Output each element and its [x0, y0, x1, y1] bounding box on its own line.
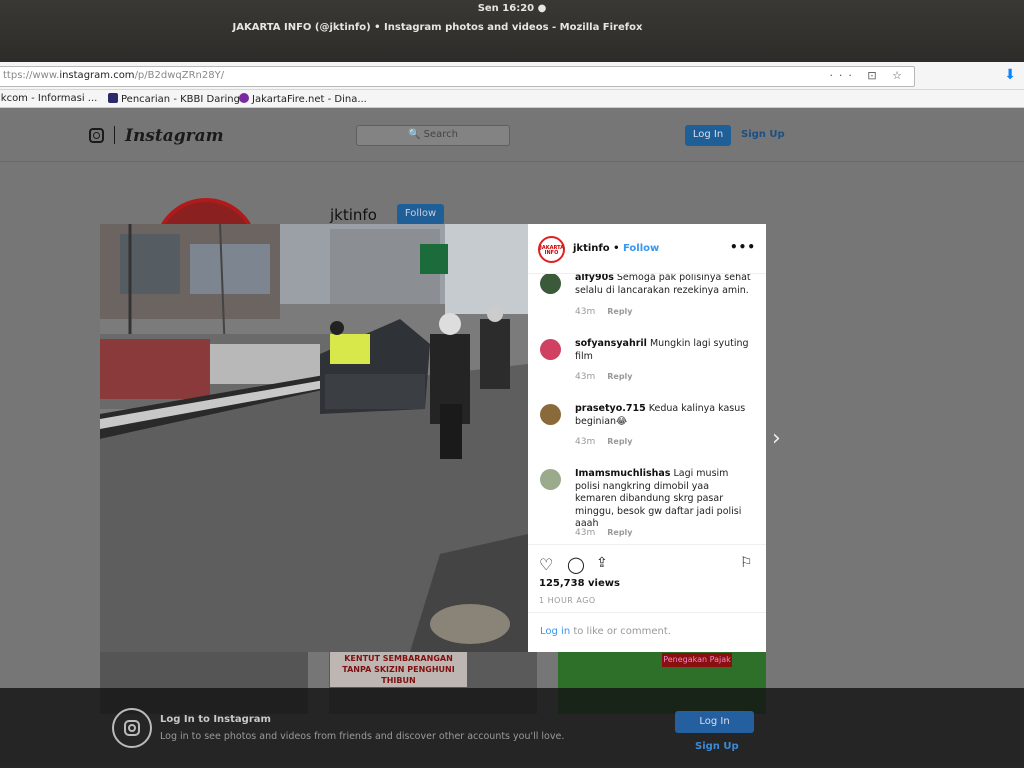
commenter-name[interactable]: prasetyo.715 — [575, 403, 646, 414]
login-to-comment: Log in to like or comment. — [528, 612, 766, 652]
commenter-name[interactable]: Imamsmuchlishas — [575, 468, 670, 479]
search-input[interactable]: 🔍 Search — [356, 125, 510, 146]
street-scene-image — [100, 224, 528, 652]
reply-button[interactable]: Reply — [607, 372, 632, 381]
reply-button[interactable]: Reply — [607, 307, 632, 316]
reply-button[interactable]: Reply — [607, 437, 632, 446]
profile-follow-button[interactable]: Follow — [397, 204, 444, 225]
comment-icon[interactable]: ◯ — [567, 555, 585, 574]
next-post-arrow-icon[interactable]: › — [772, 426, 781, 451]
instagram-logo[interactable]: Instagram — [89, 126, 224, 146]
banner-login-button[interactable]: Log In — [675, 711, 754, 733]
view-count: 125,738 views — [539, 578, 620, 589]
grid-pill-text: Penegakan Pajak — [662, 653, 732, 667]
post-author-avatar[interactable]: JAKARTA INFO — [538, 236, 565, 263]
commenter-avatar[interactable] — [540, 339, 561, 360]
post-video[interactable] — [100, 224, 528, 652]
commenter-avatar[interactable] — [540, 404, 561, 425]
post-follow-link[interactable]: Follow — [623, 243, 659, 254]
url-text[interactable]: ttps://www.instagram.com/p/B2dwqZRn28Y/ — [3, 70, 224, 81]
login-banner: Log In to Instagram Log in to see photos… — [0, 688, 1024, 768]
post-author-username[interactable]: jktinfo — [573, 243, 610, 254]
signup-link[interactable]: Sign Up — [741, 129, 785, 140]
bookmarks-toolbar: ikcom - Informasi ... Pencarian - KBBI D… — [0, 90, 1024, 108]
os-top-bar: Sen 16:20 ● JAKARTA INFO (@jktinfo) • In… — [0, 0, 1024, 62]
banner-signup-link[interactable]: Sign Up — [695, 741, 739, 752]
window-title: JAKARTA INFO (@jktinfo) • Instagram phot… — [232, 22, 643, 33]
instagram-header: Instagram 🔍 Search Log In Sign Up — [0, 108, 1024, 162]
commenter-avatar[interactable] — [540, 469, 561, 490]
login-banner-title: Log In to Instagram — [160, 714, 271, 725]
download-icon[interactable]: ⬇ — [1004, 67, 1016, 83]
grid-banner-text: KENTUT SEMBARANGAN TANPA SKIZIN PENGHUNI… — [330, 651, 467, 687]
post-actions: ♡ ◯ ⇪ ⚐ 125,738 views 1 HOUR AGO — [528, 544, 766, 612]
instagram-page: Instagram 🔍 Search Log In Sign Up jktinf… — [0, 108, 1024, 768]
login-banner-subtitle: Log in to see photos and videos from fri… — [160, 731, 565, 742]
kbbi-icon — [108, 93, 118, 103]
commenter-name[interactable]: alfy90s — [575, 274, 614, 283]
reply-button[interactable]: Reply — [607, 528, 632, 537]
instagram-glyph-icon — [112, 708, 152, 748]
bookmark-item[interactable]: ikcom - Informasi ... — [0, 93, 97, 104]
clock: Sen 16:20 ● — [477, 3, 547, 14]
commenter-avatar[interactable] — [540, 274, 561, 294]
profile-name: jktinfo — [330, 206, 377, 224]
navigation-toolbar: ttps://www.instagram.com/p/B2dwqZRn28Y/ … — [0, 62, 1024, 90]
bookmark-icon[interactable]: ⚐ — [740, 555, 753, 571]
camera-icon — [89, 128, 104, 143]
post-sidebar: JAKARTA INFO jktinfo • Follow ••• alfy90… — [528, 224, 766, 652]
comments-list: alfy90s Semoga pak polisinya sehat selal… — [528, 274, 766, 544]
comment-time: 43m — [575, 437, 596, 447]
share-icon[interactable]: ⇪ — [596, 555, 608, 571]
post-author: jktinfo • Follow — [573, 243, 660, 254]
commenter-name[interactable]: sofyansyahril — [575, 338, 647, 349]
login-link[interactable]: Log in — [540, 626, 570, 637]
heart-icon[interactable]: ♡ — [539, 555, 553, 574]
bookmark-item[interactable]: Pencarian - KBBI Daring — [108, 93, 240, 105]
jakartafire-icon — [239, 93, 249, 103]
page-actions-icons[interactable]: ··· ⊡ ☆ — [829, 69, 908, 82]
login-button[interactable]: Log In — [685, 125, 731, 146]
post-header: JAKARTA INFO jktinfo • Follow ••• — [528, 224, 766, 274]
url-bar[interactable]: ttps://www.instagram.com/p/B2dwqZRn28Y/ … — [0, 66, 915, 87]
more-options-icon[interactable]: ••• — [730, 240, 756, 254]
post-modal: JAKARTA INFO jktinfo • Follow ••• alfy90… — [100, 224, 766, 652]
post-timestamp: 1 HOUR AGO — [539, 596, 596, 605]
comment-time: 43m — [575, 307, 596, 317]
comment-time: 43m — [575, 528, 596, 538]
comment-time: 43m — [575, 372, 596, 382]
bookmark-item[interactable]: JakartaFire.net - Dina... — [239, 93, 367, 105]
